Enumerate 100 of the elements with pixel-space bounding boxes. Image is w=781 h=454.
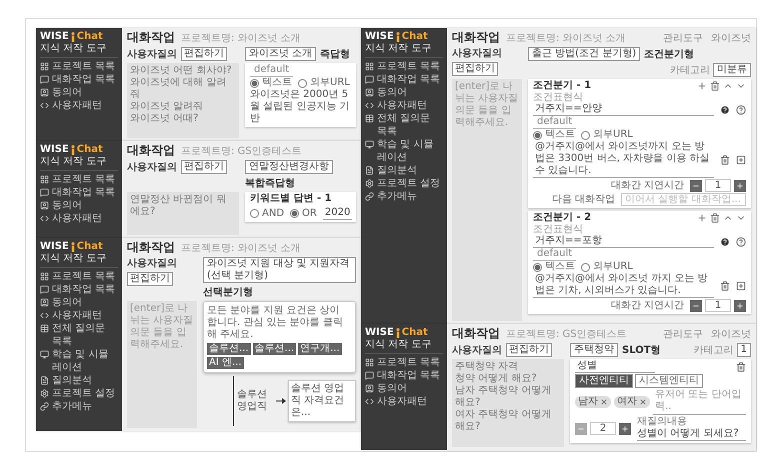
card-title: 조건분기 - 2 xyxy=(533,212,592,224)
edit-button[interactable]: 편집하기 xyxy=(181,160,227,174)
app-subtitle: 지식 저작 도구 xyxy=(365,339,443,354)
nav-item[interactable]: 학습 및 시뮬레이션 xyxy=(40,348,118,374)
entity-type-toggle[interactable]: 시스템엔티티 xyxy=(635,374,703,388)
nav-item[interactable]: 추가메뉴 xyxy=(365,190,443,203)
nav-item[interactable]: 동의어 xyxy=(365,86,443,99)
expression-field[interactable]: 거주지==포항 xyxy=(533,235,714,248)
section-label: 사용자질의 xyxy=(452,344,502,356)
question-text: 남자 주택청약 어떻게해요? xyxy=(455,385,552,409)
project-name: 프로젝트명: 와이즈넛 소개 xyxy=(181,242,301,255)
page-title: 대화작업 xyxy=(127,30,175,45)
question-text: 와이즈넛 알려줘 xyxy=(130,101,204,113)
keyword-field[interactable]: 2020 xyxy=(322,207,352,220)
radio-option[interactable]: 텍스트 xyxy=(533,261,575,273)
nav-item[interactable]: 프로젝트 설정 xyxy=(40,387,118,400)
logo-brand-text: WISE xyxy=(40,31,69,43)
nav-item[interactable]: 사용자패턴 xyxy=(40,212,118,225)
name-field[interactable]: 출근 방법(조건 분기형) xyxy=(528,47,640,61)
nav-item[interactable]: 대화작업 목록 xyxy=(40,186,118,199)
delay-label: 대화간 지연시간 xyxy=(610,300,684,312)
logo-brand-text: WISE xyxy=(40,241,69,253)
nav-item[interactable]: 프로젝트 목록 xyxy=(365,60,443,73)
reprompt-text: 성별이 어떻게 되세요? xyxy=(637,428,740,440)
tab[interactable]: default xyxy=(250,64,294,77)
page-title: 대화작업 xyxy=(127,240,175,255)
category-label: 카테고리 xyxy=(694,344,734,357)
radio-option[interactable]: 외부URL xyxy=(581,129,633,141)
delay-field[interactable]: 1 xyxy=(705,299,731,312)
nav-item[interactable]: 동의어 xyxy=(40,199,118,212)
option-button[interactable]: 연구개... xyxy=(298,343,342,355)
nav-item[interactable]: 질의분석 xyxy=(40,374,118,387)
app-subtitle: 지식 저작 도구 xyxy=(365,43,443,58)
option-button[interactable]: 솔루션... xyxy=(252,343,296,355)
answer-field[interactable]: @거주지@에서 와이즈넛 까지 오는 방법은 기차, 시외버스가 있습니다. xyxy=(533,273,714,298)
nav-item[interactable]: 프로젝트 목록 xyxy=(40,173,118,186)
name-field[interactable]: 주택청약 xyxy=(570,343,618,357)
nav-item[interactable]: 전체 질의문 목록 xyxy=(40,322,118,348)
tab[interactable]: default xyxy=(533,248,576,261)
nav-item[interactable]: 동의어 xyxy=(40,296,118,309)
logo-product-text: Chat xyxy=(402,327,428,339)
nav-item[interactable]: 사용자패턴 xyxy=(40,309,118,322)
radio-option[interactable]: 텍스트 xyxy=(533,129,575,141)
nav-item[interactable]: 대화작업 목록 xyxy=(365,73,443,86)
answer-text: 와이즈넛은 2000년 5월 설립된 인공지능 기반 xyxy=(250,89,351,125)
logo-product-text: Chat xyxy=(76,144,103,156)
name-field[interactable]: 와이즈넛 지원 대상 및 지원자격 (선택 분기형) xyxy=(203,257,356,283)
nav-item[interactable]: 프로젝트 설정 xyxy=(365,177,443,190)
nav-item[interactable]: 대화작업 목록 xyxy=(365,369,443,382)
field-label: 조건표현식 xyxy=(533,224,584,235)
edit-button[interactable]: 편집하기 xyxy=(506,343,552,357)
name-field[interactable]: 와이즈넛 소개 xyxy=(245,47,316,61)
count-field[interactable]: 2 xyxy=(590,422,616,435)
nav-item[interactable]: 동의어 xyxy=(40,86,118,99)
radio-option[interactable]: 외부URL xyxy=(298,77,350,89)
nav-item[interactable]: 대화작업 목록 xyxy=(40,73,118,86)
question-textarea[interactable]: [enter]로 나뉘는 사용자질의문 들을 입력해주세요. xyxy=(127,301,197,428)
nav-item[interactable]: 동의어 xyxy=(365,382,443,395)
section-label: 사용자질의 xyxy=(127,160,177,174)
nav-item[interactable]: 프로젝트 목록 xyxy=(40,60,118,73)
nav-item[interactable]: 학습 및 시뮬레이션 xyxy=(365,138,443,164)
value-input[interactable]: 유저어 또는 단어입력.. xyxy=(653,389,746,415)
radio-option[interactable]: OR xyxy=(290,208,317,220)
delay-field[interactable]: 1 xyxy=(705,179,731,192)
edit-button[interactable]: 편집하기 xyxy=(127,272,173,286)
category-field[interactable]: 1 xyxy=(736,343,751,357)
next-task-field[interactable]: 이어서 실행할 대화작업... xyxy=(621,193,746,206)
nav-item[interactable]: 대화작업 목록 xyxy=(40,283,118,296)
entity-type-toggle[interactable]: 사전엔티티 xyxy=(575,374,633,388)
radio-option[interactable]: 외부URL xyxy=(581,261,633,273)
nav-item[interactable]: 프로젝트 목록 xyxy=(365,356,443,369)
answer-field[interactable]: @거주지@에서 와이즈넛까지 오는 방법은 3300번 버스, 자차량을 이용 하실 수 있습니다. xyxy=(533,141,714,178)
option-button[interactable]: AI 엔... xyxy=(207,357,244,369)
value-chip: 남자 xyxy=(575,396,611,408)
slot-name-field[interactable]: 성별 xyxy=(575,360,655,373)
logo-product-text: Chat xyxy=(76,241,103,253)
nav-item[interactable]: 사용자패턴 xyxy=(40,99,118,112)
project-name: 프로젝트명: GS인증테스트 xyxy=(181,145,302,158)
radio-option[interactable]: 텍스트 xyxy=(250,77,292,89)
expression-field[interactable]: 거주지==안양 xyxy=(533,103,714,116)
type-text: 복합즉답형 xyxy=(245,177,295,190)
reprompt-label: 재질의내용 xyxy=(637,416,688,428)
nav-item[interactable]: 전체 질의문 목록 xyxy=(365,112,443,138)
delay-label: 대화간 지연시간 xyxy=(610,180,684,192)
edit-button[interactable]: 편집하기 xyxy=(181,47,227,61)
nav-item[interactable]: 추가메뉴 xyxy=(40,400,118,413)
category-field[interactable]: 미분류 xyxy=(713,63,751,77)
next-task-label: 다음 대화작업 xyxy=(552,194,615,206)
option-button[interactable]: 솔루션... xyxy=(207,343,251,355)
question-textarea[interactable]: [enter]로 나뉘는 사용자질의문 들을 입력해주세요. xyxy=(452,79,522,321)
name-field[interactable]: 연말정산변경사항 xyxy=(245,160,333,174)
nav-item[interactable]: 질의분석 xyxy=(365,164,443,177)
card-title: 키워드별 답변 - 1 xyxy=(250,193,333,205)
edit-button[interactable]: 편집하기 xyxy=(452,62,498,76)
nav-item[interactable]: 사용자패턴 xyxy=(365,395,443,408)
nav-item[interactable]: 프로젝트 목록 xyxy=(40,270,118,283)
radio-option[interactable]: AND xyxy=(250,208,284,220)
app-subtitle: 지식 저작 도구 xyxy=(40,253,118,268)
tab[interactable]: default xyxy=(533,116,576,129)
nav-item[interactable]: 사용자패턴 xyxy=(365,99,443,112)
